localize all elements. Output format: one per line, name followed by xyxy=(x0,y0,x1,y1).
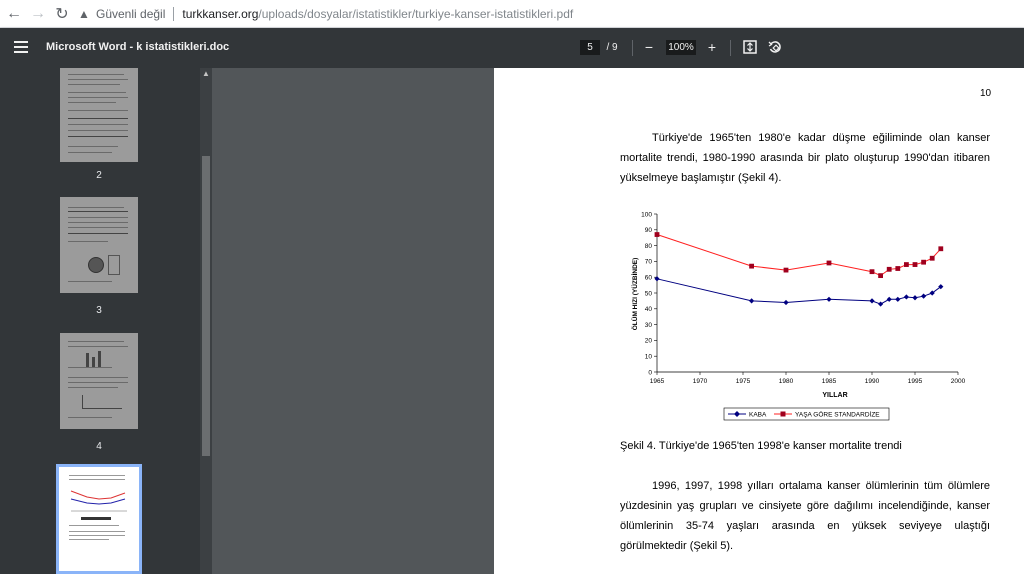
paragraph-1-text: Türkiye'de 1965'ten 1980'e kadar düşme e… xyxy=(620,132,990,184)
reload-icon[interactable]: ↻ xyxy=(50,2,74,26)
data-point-square xyxy=(912,262,918,267)
url-path: /uploads/dosyalar/istatistikler/turkiye-… xyxy=(258,7,574,21)
paragraph-2: 1996, 1997, 1998 yılları ortalama kanser… xyxy=(620,476,990,556)
zoom-in-icon[interactable]: + xyxy=(703,38,721,56)
y-tick-label: 50 xyxy=(645,290,653,297)
data-point-diamond xyxy=(749,298,755,304)
scrollbar-thumb[interactable] xyxy=(202,156,210,456)
data-point-diamond xyxy=(895,296,901,302)
data-point-square xyxy=(783,267,789,273)
data-point-square xyxy=(749,263,754,269)
data-point-square xyxy=(886,266,892,272)
chart-y-axis-label: ÖLÜM HIZI (YÜZBİNDE) xyxy=(630,258,639,331)
thumbnail-label: 4 xyxy=(96,441,102,452)
page-number: 10 xyxy=(980,88,992,99)
data-point-square xyxy=(921,259,926,265)
paragraph-1: Türkiye'de 1965'ten 1980'e kadar düşme e… xyxy=(620,128,990,188)
url-host: turkkanser.org xyxy=(182,7,259,21)
pdf-viewer: 10 Türkiye'de 1965'ten 1980'e kadar düşm… xyxy=(212,68,1024,574)
browser-address-bar: ← → ↻ ▲ Güvenli değil turkkanser.org/upl… xyxy=(0,0,1024,28)
url-omnibox[interactable]: ▲ Güvenli değil turkkanser.org/uploads/d… xyxy=(78,3,1024,25)
back-arrow-icon[interactable]: ← xyxy=(2,2,26,26)
data-point-square xyxy=(929,255,935,261)
figure-caption: Şekil 4. Türkiye'de 1965'ten 1998'e kans… xyxy=(620,440,902,452)
y-tick-label: 90 xyxy=(645,227,653,234)
data-point-diamond xyxy=(886,296,892,302)
legend-square-icon xyxy=(780,411,786,417)
page-thumbnail-5-selected[interactable] xyxy=(56,464,142,574)
y-tick-label: 70 xyxy=(645,259,653,266)
rotate-icon[interactable] xyxy=(766,38,784,56)
paragraph-2-text: 1996, 1997, 1998 yılları ortalama kanser… xyxy=(620,480,990,552)
zoom-level-input[interactable]: 100% xyxy=(666,40,696,55)
forward-arrow-icon[interactable]: → xyxy=(26,2,50,26)
omnibox-divider xyxy=(173,7,175,21)
x-tick-label: 1970 xyxy=(693,378,708,385)
x-tick-label: 1985 xyxy=(822,378,837,385)
x-tick-label: 1990 xyxy=(865,378,880,385)
data-point-square xyxy=(904,262,909,267)
x-tick-label: 1980 xyxy=(779,378,794,385)
data-point-square xyxy=(826,260,832,266)
y-tick-label: 60 xyxy=(645,275,653,282)
toolbar-divider xyxy=(730,40,731,56)
data-point-diamond xyxy=(783,299,789,306)
y-tick-label: 10 xyxy=(645,354,653,361)
x-tick-label: 2000 xyxy=(951,378,966,385)
fit-to-page-icon[interactable] xyxy=(741,38,759,56)
y-tick-label: 40 xyxy=(645,306,653,313)
pdf-page: 10 Türkiye'de 1965'ten 1980'e kadar düşm… xyxy=(494,68,1024,574)
data-point-square xyxy=(938,246,944,252)
page-number-input[interactable]: 5 xyxy=(580,40,600,55)
scroll-up-arrow-icon[interactable]: ▲ xyxy=(200,68,212,80)
menu-icon[interactable] xyxy=(14,41,28,53)
data-point-square xyxy=(895,266,901,271)
page-total: / 9 xyxy=(606,42,618,53)
chart-x-axis-label: YILLAR xyxy=(822,392,847,399)
data-point-diamond xyxy=(912,295,918,301)
thumbnail-sidebar: 2 3 4 ▲ xyxy=(0,68,212,574)
y-tick-label: 80 xyxy=(645,243,653,250)
data-point-diamond xyxy=(921,293,927,299)
mortality-trend-chart: 0 10 20 30 40 50 60 70 80 90 100 1965 1970 1975 1980 19… xyxy=(630,211,966,421)
data-point-square xyxy=(869,269,875,275)
x-tick-label: 1995 xyxy=(908,378,923,385)
zoom-out-icon[interactable]: − xyxy=(640,38,658,56)
y-tick-label: 20 xyxy=(645,338,653,345)
warning-icon[interactable]: ▲ xyxy=(78,7,90,21)
data-point-square xyxy=(654,232,660,237)
page-thumbnail-4[interactable] xyxy=(60,333,138,429)
data-point-diamond xyxy=(826,296,832,302)
y-tick-label: 100 xyxy=(641,211,652,218)
x-tick-label: 1965 xyxy=(650,378,665,385)
page-thumbnail-3[interactable] xyxy=(60,197,138,293)
thumbnail-label: 3 xyxy=(96,305,102,316)
legend-label-standardize: YAŞA GÖRE STANDARDİZE xyxy=(795,410,880,419)
page-thumbnail-2[interactable] xyxy=(60,68,138,162)
y-tick-label: 0 xyxy=(648,369,652,376)
pdf-toolbar: Microsoft Word - k istatistikleri.doc 5 … xyxy=(0,28,1024,68)
legend-label-kaba: KABA xyxy=(749,412,767,419)
data-point-diamond xyxy=(869,298,875,304)
x-tick-label: 1975 xyxy=(736,378,751,385)
data-point-square xyxy=(878,273,883,279)
security-label[interactable]: Güvenli değil xyxy=(96,7,165,21)
sidebar-scrollbar[interactable]: ▲ xyxy=(200,68,212,574)
toolbar-divider xyxy=(632,40,633,56)
y-tick-label: 30 xyxy=(645,322,653,329)
chart-legend: KABA YAŞA GÖRE STANDARDİZE xyxy=(723,407,890,421)
document-title: Microsoft Word - k istatistikleri.doc xyxy=(46,41,230,53)
data-point-diamond xyxy=(878,301,884,307)
data-point-diamond xyxy=(903,294,909,300)
thumbnail-label: 2 xyxy=(96,170,102,181)
